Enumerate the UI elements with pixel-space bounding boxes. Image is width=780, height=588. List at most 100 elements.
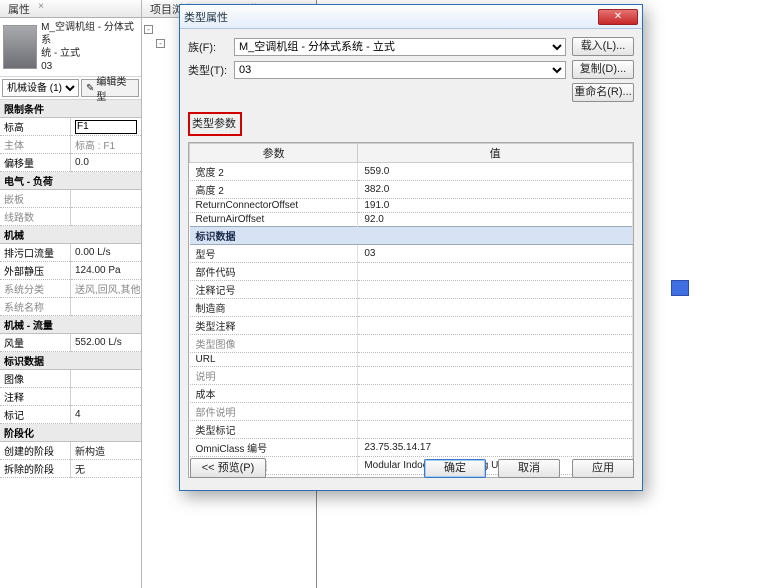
type-params-title: 类型参数 <box>192 118 236 130</box>
param-value[interactable]: 191.0 <box>358 199 633 213</box>
load-button[interactable]: 载入(L)... <box>572 37 634 56</box>
param-name: ReturnConnectorOffset <box>190 199 358 213</box>
preview-button[interactable]: << 预览(P) <box>190 458 266 478</box>
dialog-body: 族(F): M_空调机组 - 分体式系统 - 立式 载入(L)... 类型(T)… <box>188 37 634 482</box>
p-foul-val[interactable]: 0.00 L/s <box>71 244 142 262</box>
param-value[interactable]: 559.0 <box>358 163 633 181</box>
param-row: URL <box>190 353 633 367</box>
selected-element-marker[interactable] <box>671 280 689 296</box>
col-header-value[interactable]: 值 <box>358 144 633 163</box>
param-row: 类型注释 <box>190 317 633 335</box>
cancel-button[interactable]: 取消 <box>498 459 560 478</box>
p-panel-lbl: 嵌板 <box>0 190 71 208</box>
param-name: 宽度 2 <box>190 163 358 181</box>
param-name: 类型图像 <box>190 335 358 353</box>
p-sysclass-lbl: 系统分类 <box>0 280 71 298</box>
close-icon[interactable]: × <box>38 1 44 12</box>
p-mark-val[interactable]: 4 <box>71 406 142 424</box>
duplicate-button[interactable]: 复制(D)... <box>572 60 634 79</box>
type-select[interactable]: 03 <box>234 61 566 79</box>
param-value[interactable] <box>358 421 633 439</box>
param-value[interactable]: 382.0 <box>358 181 633 199</box>
type-name: M_空调机组 - 分体式系 统 - 立式 03 <box>41 21 138 73</box>
category-filter-select[interactable]: 机械设备 (1) <box>2 79 79 97</box>
p-created-val[interactable]: 新构造 <box>71 442 142 460</box>
p-foul-lbl: 排污口流量 <box>0 244 71 262</box>
cat-identity[interactable]: 标识数据 <box>0 352 141 370</box>
param-value[interactable] <box>358 385 633 403</box>
close-icon: ✕ <box>614 11 622 22</box>
cat-mech[interactable]: 机械 <box>0 226 141 244</box>
p-level-lbl: 标高 <box>0 118 71 136</box>
family-row: 族(F): M_空调机组 - 分体式系统 - 立式 载入(L)... <box>188 37 634 56</box>
p-air-val[interactable]: 552.00 L/s <box>71 334 142 352</box>
param-name: 成本 <box>190 385 358 403</box>
properties-tab[interactable]: 属性 × <box>4 0 48 18</box>
param-row: 型号03 <box>190 245 633 263</box>
p-sysname-lbl: 系统名称 <box>0 298 71 316</box>
param-row: 成本 <box>190 385 633 403</box>
param-value[interactable] <box>358 263 633 281</box>
col-header-param[interactable]: 参数 <box>190 144 358 163</box>
param-value[interactable] <box>358 353 633 367</box>
param-value[interactable] <box>358 281 633 299</box>
properties-tabbar: 属性 × <box>0 0 141 18</box>
param-name: 制造商 <box>190 299 358 317</box>
dialog-titlebar[interactable]: 类型属性 ✕ <box>180 5 642 29</box>
param-name: 说明 <box>190 367 358 385</box>
apply-button[interactable]: 应用 <box>572 459 634 478</box>
param-name: 部件代码 <box>190 263 358 281</box>
p-panel-val[interactable] <box>71 190 142 208</box>
p-host-val: 标高 : F1 <box>71 136 142 154</box>
param-row: 部件说明 <box>190 403 633 421</box>
p-comment-val[interactable] <box>71 388 142 406</box>
properties-palette: 属性 × M_空调机组 - 分体式系 统 - 立式 03 机械设备 (1) ✎ … <box>0 0 142 588</box>
param-name: 部件说明 <box>190 403 358 421</box>
param-name: ReturnAirOffset <box>190 213 358 227</box>
param-row: 类型图像 <box>190 335 633 353</box>
param-value[interactable]: 03 <box>358 245 633 263</box>
param-value[interactable] <box>358 403 633 421</box>
type-params-title-highlight: 类型参数 <box>188 112 242 136</box>
p-offset-lbl: 偏移量 <box>0 154 71 172</box>
cat-phasing[interactable]: 阶段化 <box>0 424 141 442</box>
rename-button[interactable]: 重命名(R)... <box>572 83 634 102</box>
family-select[interactable]: M_空调机组 - 分体式系统 - 立式 <box>234 38 566 56</box>
cat-electrical[interactable]: 电气 - 负荷 <box>0 172 141 190</box>
edit-type-button[interactable]: ✎ 编辑类型 <box>81 79 139 97</box>
p-sysname-val <box>71 298 142 316</box>
type-selector[interactable]: M_空调机组 - 分体式系 统 - 立式 03 <box>0 18 141 77</box>
p-offset-val[interactable]: 0.0 <box>71 154 142 172</box>
cat-mechflow[interactable]: 机械 - 流量 <box>0 316 141 334</box>
p-air-lbl: 风量 <box>0 334 71 352</box>
p-img-val[interactable] <box>71 370 142 388</box>
param-value[interactable] <box>358 335 633 353</box>
type-name-l2: 统 - 立式 <box>41 47 138 60</box>
edit-type-label: 编辑类型 <box>96 73 134 103</box>
param-value[interactable]: 92.0 <box>358 213 633 227</box>
p-circuits-lbl: 线路数 <box>0 208 71 226</box>
p-esp-val[interactable]: 124.00 Pa <box>71 262 142 280</box>
param-name: 高度 2 <box>190 181 358 199</box>
param-value[interactable] <box>358 317 633 335</box>
param-row: 部件代码 <box>190 263 633 281</box>
p-level-input[interactable] <box>75 120 137 134</box>
dialog-title: 类型属性 <box>184 9 598 25</box>
rename-row: 重命名(R)... <box>188 83 634 102</box>
grp-identity[interactable]: 标识数据 <box>190 227 633 245</box>
expand-icon[interactable]: - <box>156 39 165 48</box>
ok-button[interactable]: 确定 <box>424 459 486 478</box>
param-row: ReturnAirOffset92.0 <box>190 213 633 227</box>
param-row: ReturnConnectorOffset191.0 <box>190 199 633 213</box>
param-value[interactable] <box>358 299 633 317</box>
param-row: 说明 <box>190 367 633 385</box>
properties-tab-label: 属性 <box>8 4 30 16</box>
type-param-grid-container: 参数 值 宽度 2559.0高度 2382.0ReturnConnectorOf… <box>188 142 634 478</box>
expand-icon[interactable]: - <box>144 25 153 34</box>
param-value[interactable] <box>358 367 633 385</box>
dialog-close-button[interactable]: ✕ <box>598 9 638 25</box>
p-circuits-val[interactable] <box>71 208 142 226</box>
dialog-footer: << 预览(P) 确定 取消 应用 <box>188 454 634 482</box>
type-name-l1: M_空调机组 - 分体式系 <box>41 21 138 47</box>
p-demo-val[interactable]: 无 <box>71 460 142 478</box>
